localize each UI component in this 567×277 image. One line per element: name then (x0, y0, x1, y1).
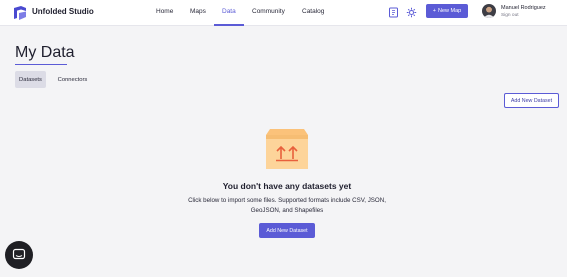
new-map-button[interactable]: + New Map (426, 4, 468, 18)
plus-icon: + (432, 8, 436, 14)
settings-icon[interactable] (406, 7, 417, 18)
tab-connectors[interactable]: Connectors (52, 71, 93, 88)
empty-state-description: Click below to import some files. Suppor… (188, 197, 386, 214)
add-new-dataset-button[interactable]: Add New Dataset (259, 223, 315, 238)
docs-icon[interactable] (388, 7, 399, 18)
top-navigation-bar: Unfolded Studio Home Maps Data Community… (0, 0, 567, 26)
add-new-dataset-button-top[interactable]: Add New Dataset (504, 93, 559, 108)
page-title: My Data (15, 44, 75, 61)
tab-datasets[interactable]: Datasets (15, 71, 46, 88)
brand-name[interactable]: Unfolded Studio (32, 7, 94, 16)
nav-catalog[interactable]: Catalog (302, 8, 324, 15)
chat-button[interactable] (5, 241, 33, 269)
nav-community[interactable]: Community (252, 8, 285, 15)
user-avatar-icon (483, 6, 495, 18)
unfolded-logo-icon[interactable] (12, 5, 28, 21)
open-box-upload-icon (266, 129, 308, 169)
nav-maps[interactable]: Maps (190, 8, 206, 15)
active-nav-indicator (214, 24, 244, 26)
empty-state-title: You don't have any datasets yet (222, 181, 352, 191)
avatar[interactable] (482, 4, 496, 18)
nav-home[interactable]: Home (156, 8, 173, 15)
chat-icon (12, 248, 26, 260)
sign-out-link[interactable]: Sign out (501, 13, 519, 18)
title-underline (15, 64, 67, 65)
user-name: Manuel Rodriguez (501, 5, 546, 11)
nav-data[interactable]: Data (222, 8, 236, 15)
new-map-label: New Map (437, 8, 462, 14)
